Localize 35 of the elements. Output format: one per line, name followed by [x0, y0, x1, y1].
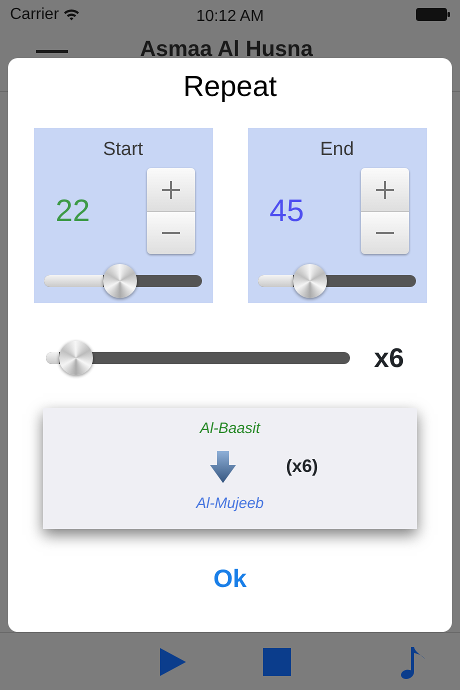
dialog-title: Repeat — [183, 70, 277, 105]
plus-icon — [376, 180, 394, 198]
plus-icon — [162, 180, 180, 198]
slider-fill — [46, 352, 60, 364]
music-button[interactable] — [401, 644, 427, 678]
play-button[interactable] — [160, 648, 186, 676]
play-icon — [160, 648, 186, 676]
decrement-button[interactable] — [360, 211, 408, 254]
decrement-button[interactable] — [146, 211, 194, 254]
ok-button[interactable]: Ok — [203, 559, 257, 600]
nav-title: Asmaa Al Husna — [140, 35, 313, 63]
repeat-count: x6 — [374, 342, 404, 374]
wifi-icon — [62, 8, 80, 22]
slider-fill — [44, 275, 103, 287]
panel-label: Start — [102, 138, 144, 162]
slider-thumb[interactable] — [59, 340, 94, 375]
carrier-name: Carrier — [10, 5, 59, 25]
music-note-icon — [401, 644, 427, 678]
increment-button[interactable] — [146, 168, 194, 211]
stop-icon — [263, 648, 291, 676]
value-display: 45 — [270, 192, 304, 230]
battery-icon — [416, 8, 450, 22]
down-arrow-icon — [210, 450, 236, 482]
value-display: 22 — [56, 192, 90, 230]
minus-icon — [376, 232, 394, 234]
status-time: 10:12 AM — [196, 7, 264, 27]
increment-button[interactable] — [360, 168, 408, 211]
minus-icon — [162, 232, 180, 234]
slider-fill — [258, 275, 294, 287]
panel-label: End — [320, 138, 354, 162]
start-name: Al-Baasit — [200, 419, 260, 439]
repeat-times: (x6) — [286, 455, 318, 478]
slider-thumb[interactable] — [293, 264, 328, 298]
slider-thumb[interactable] — [102, 264, 137, 298]
end-name: Al-Mujeeb — [196, 494, 264, 514]
